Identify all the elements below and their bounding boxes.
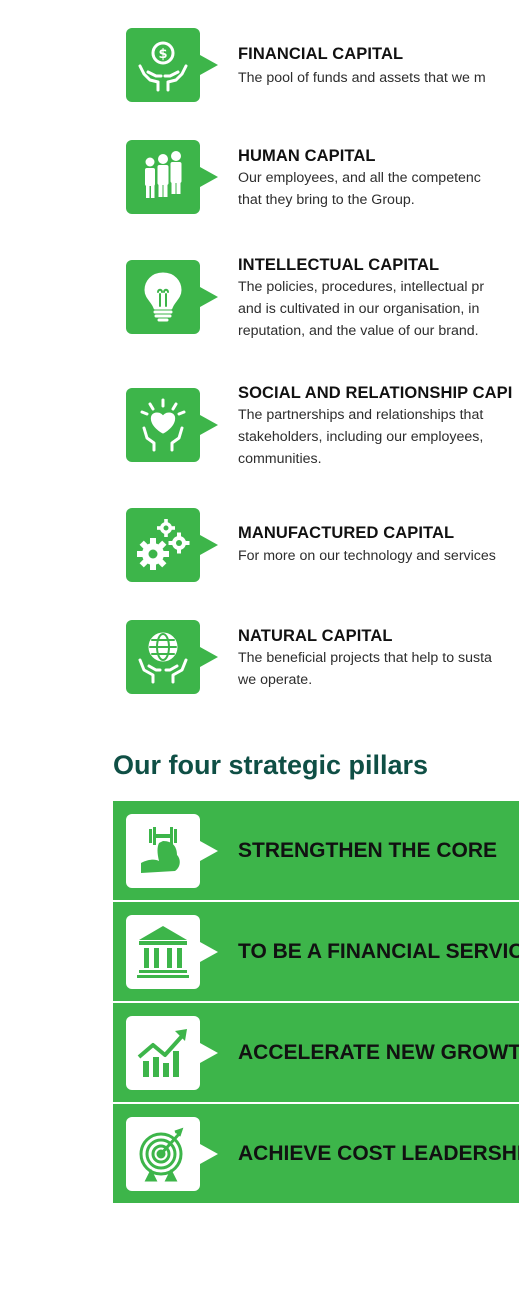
pillar-item: ACHIEVE COST LEADERSHI: [113, 1104, 519, 1203]
flexed-arm-dumbbell-icon: [126, 814, 218, 888]
capital-description: The beneficial projects that help to sus…: [238, 650, 492, 688]
capital-description: The partnerships and relationships that …: [238, 407, 484, 467]
capital-item-social: SOCIAL AND RELATIONSHIP CAPI The partner…: [0, 384, 519, 488]
capital-item-natural: NATURAL CAPITAL The beneficial projects …: [0, 620, 519, 720]
lightbulb-icon: [126, 260, 218, 334]
people-group-icon: [126, 140, 218, 214]
capital-description: Our employees, and all the competenc tha…: [238, 170, 481, 208]
pillar-item: STRENGTHEN THE CORE: [113, 801, 519, 902]
capital-title: MANUFACTURED CAPITAL: [238, 524, 455, 542]
pillar-label: ACHIEVE COST LEADERSHI: [238, 1142, 519, 1165]
capital-item-manufactured: MANUFACTURED CAPITAL For more on our tec…: [0, 508, 519, 608]
hands-holding-heart-icon: [126, 388, 218, 462]
pillars-list: STRENGTHEN THE CORE TO BE A FINANCIAL SE…: [113, 801, 519, 1203]
pillar-item: ACCELERATE NEW GROWT: [113, 1003, 519, 1104]
bank-building-icon: [126, 915, 218, 989]
capital-description: The policies, procedures, intellectual p…: [238, 279, 485, 339]
capital-title: HUMAN CAPITAL: [238, 147, 376, 165]
capital-title: NATURAL CAPITAL: [238, 627, 393, 645]
pillar-label: TO BE A FINANCIAL SERVIC: [238, 940, 519, 963]
capital-description: For more on our technology and services: [238, 548, 496, 564]
gears-icon: [126, 508, 218, 582]
hands-holding-globe-icon: [126, 620, 218, 694]
svg-text:$: $: [158, 47, 167, 62]
capital-title: INTELLECTUAL CAPITAL: [238, 256, 440, 274]
capital-item-human: HUMAN CAPITAL Our employees, and all the…: [0, 140, 519, 240]
capital-item-intellectual: INTELLECTUAL CAPITAL The policies, proce…: [0, 256, 519, 360]
capital-title: FINANCIAL CAPITAL: [238, 45, 404, 63]
growth-chart-icon: [126, 1016, 218, 1090]
capital-description: The pool of funds and assets that we m: [238, 70, 486, 86]
target-icon: [126, 1117, 218, 1191]
capital-title: SOCIAL AND RELATIONSHIP CAPI: [238, 384, 513, 402]
hands-holding-coin-icon: $: [126, 28, 218, 102]
capital-item-financial: $ FINANCIAL CAPITAL The pool of funds an…: [0, 28, 519, 128]
pillar-item: TO BE A FINANCIAL SERVIC: [113, 902, 519, 1003]
pillar-label: ACCELERATE NEW GROWT: [238, 1041, 519, 1064]
section-heading: Our four strategic pillars: [113, 750, 429, 780]
heading-fragment: [238, 0, 278, 4]
pillar-label: STRENGTHEN THE CORE: [238, 839, 498, 862]
